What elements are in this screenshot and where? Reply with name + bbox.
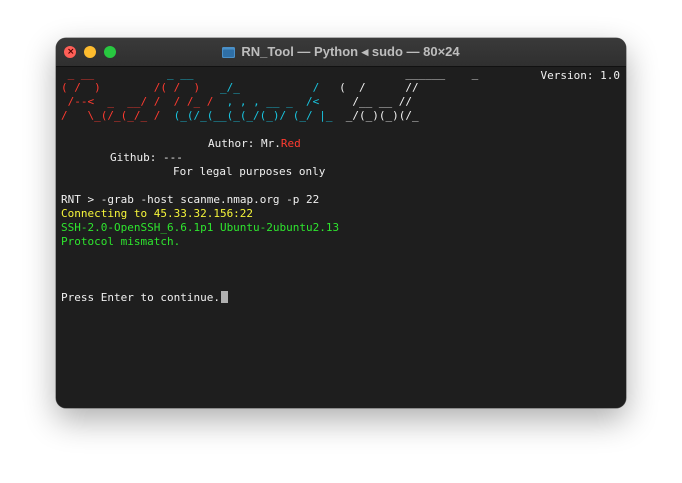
connecting-line: Connecting to 45.33.32.156:22 bbox=[61, 207, 254, 220]
terminal-window: × RN_Tool — Python ◂ sudo — 80×24 Versio… bbox=[56, 38, 626, 408]
ascii-art-segment: _/_ / bbox=[200, 81, 320, 94]
author-label: Author: Mr. bbox=[208, 137, 281, 150]
window-title: RN_Tool — Python ◂ sudo — 80×24 bbox=[241, 44, 460, 59]
ascii-art-row-1: _ __ _ __ ______ _ bbox=[61, 67, 479, 81]
ascii-art-segment: / \_(/_(_/_ / bbox=[61, 109, 161, 122]
folder-icon bbox=[222, 46, 236, 58]
text-cursor bbox=[220, 291, 228, 303]
window-title-group: RN_Tool — Python ◂ sudo — 80×24 bbox=[56, 38, 626, 66]
ascii-art-segment: ( / ) /( / ) bbox=[61, 81, 201, 94]
github-line: Github: --- bbox=[110, 151, 183, 164]
terminal-content[interactable]: Version: 1.0 _ __ _ __ ______ _ ( / ) /(… bbox=[56, 67, 626, 408]
ascii-art-segment: _/(_)(_)(/_ bbox=[332, 109, 419, 122]
ascii-art-segment: /--< _ __/ / / /_ / bbox=[61, 95, 214, 108]
author-line: Author: Mr.Red bbox=[208, 137, 301, 151]
ascii-art-row-2: ( / ) /( / ) _/_ / ( / // bbox=[61, 81, 419, 95]
prompt: RNT > bbox=[61, 193, 101, 206]
continue-prompt: Press Enter to continue. bbox=[61, 291, 220, 304]
status-line: Protocol mismatch. bbox=[61, 235, 181, 248]
ascii-art-segment: _ __ bbox=[94, 67, 194, 80]
title-bar[interactable]: × RN_Tool — Python ◂ sudo — 80×24 bbox=[56, 38, 626, 67]
command-line: RNT > -grab -host scanme.nmap.org -p 22 bbox=[61, 193, 319, 207]
legal-line: For legal purposes only bbox=[173, 165, 326, 178]
ssh-banner-line: SSH-2.0-OpenSSH_6.6.1p1 Ubuntu-2ubuntu2.… bbox=[61, 221, 340, 234]
ascii-art-segment: , , , __ _ /< bbox=[213, 95, 320, 108]
ascii-art-segment: /__ __ // bbox=[319, 95, 413, 108]
ascii-art-segment: _ __ bbox=[61, 67, 95, 80]
version-label: Version: 1.0 bbox=[540, 69, 620, 82]
author-name: Red bbox=[280, 137, 301, 150]
ascii-art-row-4: / \_(/_(_/_ / (_(/_(__(_(_/(_)/ (_/ |_ _… bbox=[61, 109, 419, 123]
command-text: -grab -host scanme.nmap.org -p 22 bbox=[100, 193, 320, 206]
ascii-art-segment: (_(/_(__(_(_/(_)/ (_/ |_ bbox=[160, 109, 333, 122]
ascii-art-segment: ( / // bbox=[319, 81, 419, 94]
continue-line[interactable]: Press Enter to continue. bbox=[61, 291, 228, 305]
ascii-art-row-3: /--< _ __/ / / /_ / , , , __ _ /< /__ __… bbox=[61, 95, 412, 109]
ascii-art-segment: ______ _ bbox=[193, 67, 479, 80]
